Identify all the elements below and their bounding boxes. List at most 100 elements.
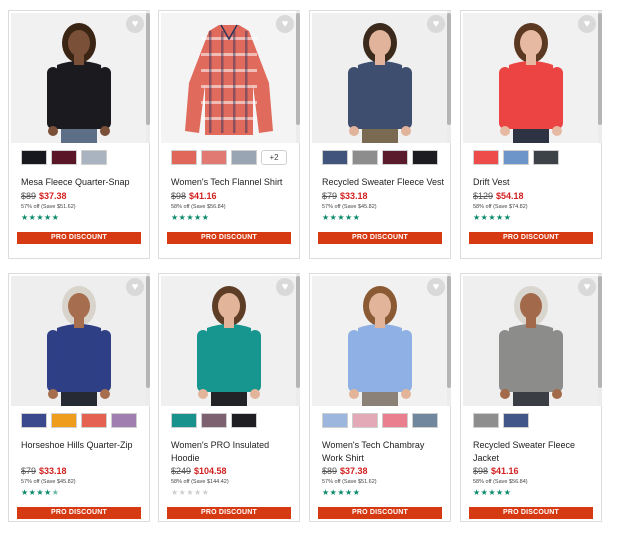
color-swatch[interactable] — [21, 413, 47, 428]
wishlist-heart-icon[interactable]: ♥ — [427, 15, 445, 33]
product-card[interactable]: ♥ Women's PRO Insulated Hoodie $249 $104.58… — [158, 273, 300, 522]
star-icon: ★ — [473, 488, 481, 497]
product-name[interactable]: Mesa Fleece Quarter-Snap — [21, 176, 145, 189]
product-image[interactable] — [11, 276, 147, 406]
product-name[interactable]: Recycled Sweater Fleece Vest — [322, 176, 446, 189]
scrollbar-thumb[interactable] — [447, 276, 451, 388]
color-swatches — [322, 150, 438, 165]
wishlist-heart-icon[interactable]: ♥ — [427, 278, 445, 296]
color-swatch[interactable] — [81, 150, 107, 165]
wishlist-heart-icon[interactable]: ♥ — [276, 15, 294, 33]
color-swatches: +2 — [171, 150, 287, 165]
star-rating[interactable]: ★★★★★ — [473, 213, 511, 222]
product-name[interactable]: Women's Tech Flannel Shirt — [171, 176, 295, 189]
scrollbar-thumb[interactable] — [296, 276, 300, 388]
color-swatch[interactable] — [473, 150, 499, 165]
pro-discount-button[interactable]: PRO DISCOUNT — [318, 507, 442, 519]
star-rating[interactable]: ★★★★★ — [322, 488, 360, 497]
color-swatch[interactable] — [412, 150, 438, 165]
color-swatch[interactable] — [231, 150, 257, 165]
product-card[interactable]: ♥ Recycled Sweater Fleece Jacket $98 $41.16… — [460, 273, 602, 522]
color-swatch[interactable] — [81, 413, 107, 428]
color-swatch[interactable] — [111, 413, 137, 428]
scrollbar-thumb[interactable] — [146, 13, 150, 125]
product-card[interactable]: ♥ +2 Women's Tech Flannel Shirt $98 $41.16 58… — [158, 10, 300, 259]
product-image[interactable] — [312, 276, 448, 406]
color-swatch[interactable] — [201, 413, 227, 428]
star-rating[interactable]: ★★★★★ — [21, 488, 59, 497]
product-name[interactable]: Women's Tech Chambray Work Shirt — [322, 439, 446, 465]
color-swatch[interactable] — [352, 150, 378, 165]
color-swatch[interactable] — [503, 150, 529, 165]
color-swatch[interactable] — [231, 413, 257, 428]
color-swatch[interactable] — [382, 150, 408, 165]
scrollbar[interactable] — [447, 274, 451, 406]
product-card[interactable]: ♥ Recycled Sweater Fleece Vest $79 $33.18 57… — [309, 10, 451, 259]
product-card[interactable]: ♥ Drift Vest $129 $54.18 58% off (Save $74.8… — [460, 10, 602, 259]
scrollbar[interactable] — [598, 11, 602, 143]
scrollbar-thumb[interactable] — [598, 13, 602, 125]
pro-discount-button[interactable]: PRO DISCOUNT — [469, 232, 593, 244]
product-card[interactable]: ♥ Women's Tech Chambray Work Shirt $89 $37.… — [309, 273, 451, 522]
sale-price: $33.18 — [39, 466, 67, 476]
scrollbar[interactable] — [146, 274, 150, 406]
product-name[interactable]: Women's PRO Insulated Hoodie — [171, 439, 295, 465]
star-rating[interactable]: ★★★★★ — [473, 488, 511, 497]
pro-discount-button[interactable]: PRO DISCOUNT — [167, 507, 291, 519]
wishlist-heart-icon[interactable]: ♥ — [578, 278, 596, 296]
star-rating[interactable]: ★★★★★ — [171, 213, 209, 222]
color-swatch[interactable] — [51, 150, 77, 165]
color-swatch[interactable] — [382, 413, 408, 428]
color-swatches — [322, 413, 438, 428]
pro-discount-button[interactable]: PRO DISCOUNT — [318, 232, 442, 244]
color-swatch[interactable] — [322, 413, 348, 428]
color-swatch[interactable] — [201, 150, 227, 165]
scrollbar-thumb[interactable] — [296, 13, 300, 125]
scrollbar[interactable] — [447, 11, 451, 143]
color-swatch[interactable] — [51, 413, 77, 428]
star-icon: ★ — [503, 488, 512, 497]
wishlist-heart-icon[interactable]: ♥ — [276, 278, 294, 296]
price: $79 $33.18 — [21, 466, 67, 477]
scrollbar[interactable] — [296, 274, 300, 406]
product-name[interactable]: Recycled Sweater Fleece Jacket — [473, 439, 597, 465]
product-card[interactable]: ♥ Mesa Fleece Quarter-Snap $89 $37.38 57% of… — [8, 10, 150, 259]
product-image[interactable] — [463, 13, 599, 143]
more-colors-button[interactable]: +2 — [261, 150, 287, 165]
product-card[interactable]: ♥ Horseshoe Hills Quarter-Zip $79 $33.18 57%… — [8, 273, 150, 522]
scrollbar[interactable] — [296, 11, 300, 143]
scrollbar-thumb[interactable] — [598, 276, 602, 388]
product-name[interactable]: Horseshoe Hills Quarter-Zip — [21, 439, 145, 452]
star-icon: ★ — [488, 488, 497, 497]
product-image[interactable] — [312, 13, 448, 143]
wishlist-heart-icon[interactable]: ♥ — [126, 15, 144, 33]
product-image[interactable] — [161, 276, 297, 406]
product-image[interactable] — [11, 13, 147, 143]
price: $79 $33.18 — [322, 191, 368, 202]
color-swatch[interactable] — [21, 150, 47, 165]
wishlist-heart-icon[interactable]: ♥ — [578, 15, 596, 33]
color-swatch[interactable] — [412, 413, 438, 428]
scrollbar[interactable] — [598, 274, 602, 406]
star-rating[interactable]: ★★★★★ — [322, 213, 360, 222]
color-swatch[interactable] — [322, 150, 348, 165]
wishlist-heart-icon[interactable]: ♥ — [126, 278, 144, 296]
color-swatch[interactable] — [473, 413, 499, 428]
color-swatch[interactable] — [171, 413, 197, 428]
color-swatch[interactable] — [352, 413, 378, 428]
color-swatch[interactable] — [171, 150, 197, 165]
product-image[interactable] — [463, 276, 599, 406]
pro-discount-button[interactable]: PRO DISCOUNT — [167, 232, 291, 244]
scrollbar[interactable] — [146, 11, 150, 143]
star-rating[interactable]: ★★★★★ — [171, 488, 209, 497]
pro-discount-button[interactable]: PRO DISCOUNT — [469, 507, 593, 519]
scrollbar-thumb[interactable] — [146, 276, 150, 388]
product-image[interactable] — [161, 13, 297, 143]
pro-discount-button[interactable]: PRO DISCOUNT — [17, 507, 141, 519]
color-swatch[interactable] — [503, 413, 529, 428]
scrollbar-thumb[interactable] — [447, 13, 451, 125]
product-name[interactable]: Drift Vest — [473, 176, 597, 189]
star-rating[interactable]: ★★★★★ — [21, 213, 59, 222]
color-swatch[interactable] — [533, 150, 559, 165]
pro-discount-button[interactable]: PRO DISCOUNT — [17, 232, 141, 244]
